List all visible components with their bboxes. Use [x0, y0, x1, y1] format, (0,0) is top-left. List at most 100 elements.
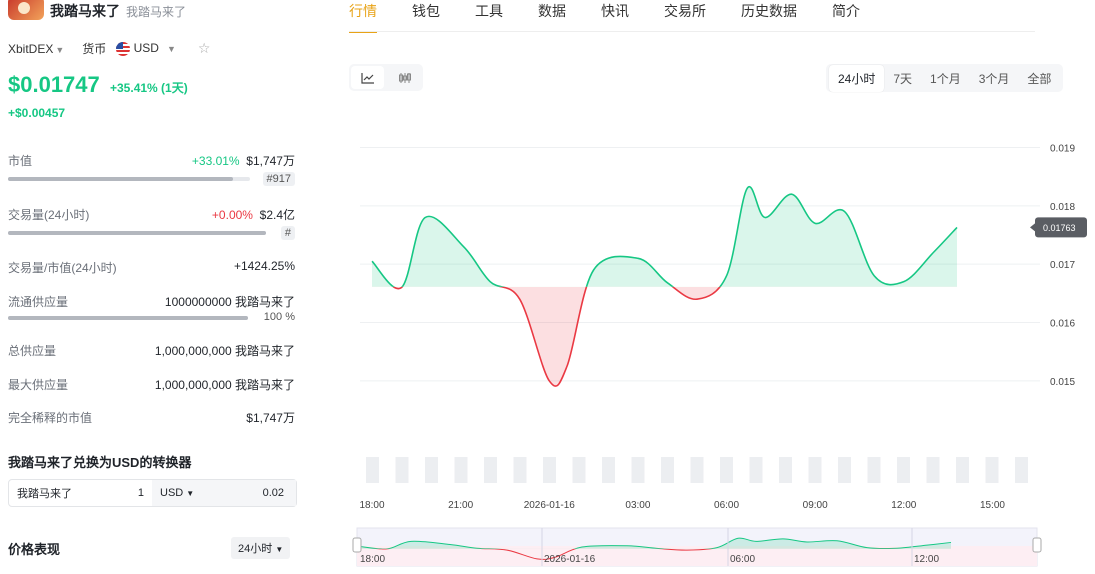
tab-wallet[interactable]: 钱包: [412, 1, 440, 33]
converter-from-input[interactable]: 我踏马来了 1: [9, 480, 152, 506]
volume-bar: [631, 457, 645, 483]
currency-select[interactable]: USD ▼: [116, 41, 176, 56]
y-tick-label: 0.016: [1050, 319, 1075, 330]
y-tick-label: 0.019: [1050, 144, 1075, 155]
stat-total-supply: 总供应量 1,000,000,000 我踏马来了: [8, 342, 295, 359]
rank-badge: #: [280, 226, 295, 240]
chevron-down-icon: ▼: [186, 489, 195, 498]
navigator-label: 2026-01-16: [544, 554, 596, 565]
market-cap-bar: [8, 177, 250, 181]
volume-bar: [572, 457, 586, 483]
converter-currency-select[interactable]: USD ▼: [160, 487, 194, 499]
stat-label: 市值: [8, 154, 33, 168]
x-tick-label: 12:00: [891, 500, 916, 511]
current-price-tag-arrow: [1030, 223, 1035, 232]
tab-about[interactable]: 简介: [832, 1, 860, 33]
circulating-bar: [8, 316, 248, 320]
stat-value: $2.4亿: [259, 208, 295, 222]
star-icon[interactable]: ☆: [198, 40, 211, 57]
volume-bar: [661, 457, 674, 483]
range-24h[interactable]: 24小时: [829, 64, 885, 92]
volume-bar: [395, 457, 409, 483]
stat-label: 总供应量: [8, 344, 57, 358]
token-header: 我踏马来了 我踏马来了: [8, 0, 186, 22]
volume-bar: [543, 457, 556, 483]
performance-period-select[interactable]: 24小时 ▼: [231, 537, 291, 559]
volume-bar-fill: [8, 231, 266, 235]
exchange-label: XbitDEX: [8, 41, 54, 56]
price-chart[interactable]: 0.015 0.016 0.017 0.018 0.019 0.01763 18:00 21:…: [340, 110, 1095, 574]
exchange-select[interactable]: XbitDEX ▼: [8, 42, 64, 56]
main-tabs: 行情 钱包 工具 数据 快讯 交易所 历史数据 简介: [349, 0, 895, 33]
x-tick-label: 09:00: [803, 500, 828, 511]
chevron-down-icon: ▼: [55, 44, 65, 55]
tab-exchanges[interactable]: 交易所: [664, 1, 706, 33]
stat-value-group: +33.01% $1,747万: [192, 152, 295, 169]
area-up: [372, 186, 957, 287]
tab-data[interactable]: 数据: [538, 1, 566, 33]
volume-bar: [897, 457, 910, 483]
candlestick-button[interactable]: [386, 64, 423, 91]
stat-value: 1000000000 我踏马来了: [164, 295, 295, 309]
y-tick-label: 0.018: [1050, 202, 1075, 213]
token-info-panel: 我踏马来了 我踏马来了 XbitDEX ▼ 货币 USD ▼ ☆ $0.01747 …: [0, 0, 310, 574]
volume-bar: [956, 457, 969, 483]
range-1m[interactable]: 1个月: [921, 65, 970, 92]
chevron-down-icon: ▼: [166, 44, 176, 55]
us-flag-icon: [116, 41, 131, 56]
x-tick-label: 15:00: [980, 500, 1005, 511]
stat-fdv: 完全稀释的市值 $1,747万: [8, 409, 295, 426]
volume-bar: [779, 457, 792, 483]
currency-label: 货币: [82, 42, 107, 56]
navigator-label: 18:00: [360, 554, 385, 565]
tab-history[interactable]: 历史数据: [741, 1, 797, 33]
stat-value: $1,747万: [246, 154, 295, 168]
x-tick-label: 03:00: [625, 500, 650, 511]
volume-bar: [425, 457, 438, 483]
range-7d[interactable]: 7天: [884, 65, 921, 92]
market-cap-bar-fill: [8, 177, 234, 181]
navigator-right-handle: [1032, 537, 1042, 553]
tab-news[interactable]: 快讯: [601, 1, 629, 33]
volume-bar: [484, 457, 497, 483]
stat-circulating: 流通供应量 1000000000 我踏马来了 100 %: [8, 293, 295, 327]
circulating-pct: 100 %: [263, 311, 295, 323]
converter-to-amount: 0.02: [262, 487, 284, 499]
volume-bar: [513, 457, 527, 483]
current-price-label: 0.01763: [1043, 223, 1076, 233]
stat-label: 最大供应量: [8, 378, 69, 392]
range-3m[interactable]: 3个月: [970, 65, 1019, 92]
stat-label: 交易量(24小时): [8, 208, 90, 222]
stat-max-supply: 最大供应量 1,000,000,000 我踏马来了: [8, 376, 295, 393]
stat-label: 交易量/市值(24小时): [8, 261, 117, 275]
chart-type-toggle: [349, 64, 423, 91]
stat-pct: +33.01%: [191, 154, 240, 168]
stat-value: 1,000,000,000 我踏马来了: [154, 344, 295, 358]
y-tick-label: 0.017: [1050, 260, 1075, 271]
performance-title: 价格表现: [8, 542, 61, 557]
converter-to-input[interactable]: USD ▼ 0.02: [152, 480, 296, 506]
volume-bar: [690, 457, 704, 483]
stat-value-group: +0.00% $2.4亿: [212, 206, 295, 223]
volume-bar: [926, 457, 940, 483]
volume-bar: [720, 457, 733, 483]
line-chart-button[interactable]: [351, 66, 384, 89]
currency-value: USD: [133, 41, 159, 56]
converter: 我踏马来了 1 USD ▼ 0.02: [8, 479, 297, 507]
performance-period-label: 24小时: [238, 543, 273, 555]
selector-row: XbitDEX ▼ 货币 USD ▼ ☆: [8, 40, 210, 57]
navigator-label: 06:00: [730, 554, 755, 565]
token-subtitle: 我踏马来了: [126, 4, 187, 19]
volume-bar: [985, 457, 999, 483]
rank-badge: #917: [262, 172, 295, 186]
converter-from-symbol: 我踏马来了: [17, 488, 72, 500]
tab-market[interactable]: 行情: [349, 1, 377, 33]
volume-bar: [8, 231, 266, 235]
converter-currency-label: USD: [160, 487, 184, 499]
range-all[interactable]: 全部: [1018, 65, 1060, 92]
tabs-divider: [349, 31, 1035, 32]
tab-tools[interactable]: 工具: [475, 1, 503, 33]
navigator-label: 12:00: [914, 554, 939, 565]
stat-value: $1,747万: [246, 411, 295, 425]
time-range-selector: 24小时 7天 1个月 3个月 全部: [826, 64, 1064, 92]
